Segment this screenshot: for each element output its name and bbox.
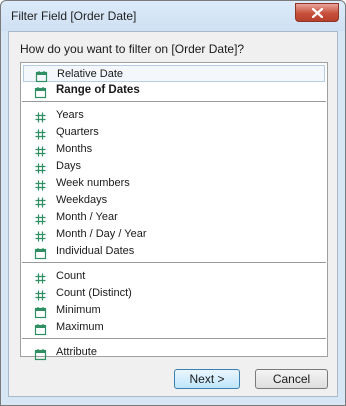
filter-option-label: Minimum [56,304,101,316]
filter-option-maximum[interactable]: Maximum [23,319,325,336]
filter-question: How do you want to filter on [Order Date… [20,42,245,56]
filter-option-months[interactable]: Months [23,141,325,158]
hash-icon [34,228,47,242]
calendar-icon [34,304,47,319]
filter-option-label: Attribute [56,346,97,358]
calendar-icon [34,245,47,260]
filter-option-quarters[interactable]: Quarters [23,124,325,141]
filter-option-list[interactable]: Relative Date Range of Dates Years Quarters… [20,62,328,361]
filter-option-count[interactable]: Count [23,268,325,285]
list-separator [22,262,326,263]
hash-icon [34,287,47,301]
calendar-icon [34,346,47,361]
dialog-body: How do you want to filter on [Order Date… [8,31,338,397]
cancel-button[interactable]: Cancel [255,369,328,389]
hash-icon [34,177,47,191]
filter-option-label: Relative Date [57,68,124,80]
filter-option-label: Month / Year [56,211,118,223]
title-bar[interactable]: Filter Field [Order Date] [1,1,345,31]
filter-option-label: Count (Distinct) [56,287,132,299]
filter-option-label: Days [56,160,82,172]
close-icon [312,8,323,18]
filter-option-weekdays[interactable]: Weekdays [23,192,325,209]
hash-icon [34,194,47,208]
hash-icon [34,109,47,123]
filter-option-label: Individual Dates [56,245,135,257]
filter-option-range-of-dates[interactable]: Range of Dates [23,82,325,99]
hash-icon [34,126,47,140]
hash-icon [34,270,47,284]
filter-option-label: Month / Day / Year [56,228,147,240]
filter-option-individual-dates[interactable]: Individual Dates [23,243,325,260]
filter-option-month-day-year[interactable]: Month / Day / Year [23,226,325,243]
filter-option-label: Maximum [56,321,104,333]
list-separator [22,101,326,102]
filter-option-label: Count [56,270,86,282]
close-button[interactable] [295,3,339,22]
filter-option-label: Weekdays [56,194,108,206]
filter-option-label: Range of Dates [56,84,140,96]
calendar-icon [35,68,48,83]
filter-option-label: Months [56,143,93,155]
window-title: Filter Field [Order Date] [11,9,137,23]
hash-icon [34,211,47,225]
filter-option-label: Years [56,109,84,121]
filter-option-week-numbers[interactable]: Week numbers [23,175,325,192]
filter-option-minimum[interactable]: Minimum [23,302,325,319]
filter-option-days[interactable]: Days [23,158,325,175]
next-button[interactable]: Next > [174,369,240,389]
filter-option-attribute[interactable]: Attribute [23,344,325,361]
filter-option-label: Quarters [56,126,99,138]
list-separator [22,338,326,339]
calendar-icon [34,321,47,336]
filter-option-label: Week numbers [56,177,130,189]
filter-option-relative-date[interactable]: Relative Date [23,65,325,83]
filter-option-month-year[interactable]: Month / Year [23,209,325,226]
filter-option-count-distinct[interactable]: Count (Distinct) [23,285,325,302]
dialog-window: Filter Field [Order Date] How do you wan… [0,0,346,406]
hash-icon [34,143,47,157]
filter-option-years[interactable]: Years [23,107,325,124]
hash-icon [34,160,47,174]
calendar-icon [34,84,47,99]
